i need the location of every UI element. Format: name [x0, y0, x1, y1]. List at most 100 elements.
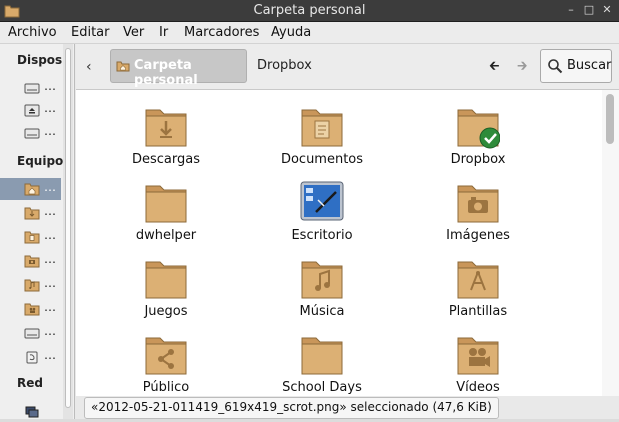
file-item-musica[interactable]: Música — [252, 248, 392, 322]
sidebar-item-trash[interactable]: … — [0, 346, 61, 368]
sidebar-item-downloads[interactable]: … — [0, 202, 61, 224]
eject-drive-icon — [24, 104, 40, 117]
sidebar-scroll-thumb[interactable] — [65, 48, 71, 408]
sidebar-item-label: … — [44, 324, 56, 338]
search-button[interactable]: Buscar — [540, 49, 612, 83]
sidebar-item-label: … — [44, 180, 56, 194]
document-icon — [301, 109, 343, 147]
file-grid: Descargas Documentos Dropbox dwhelper Es… — [76, 90, 619, 396]
file-item-label: Vídeos — [456, 380, 500, 395]
title-bar[interactable]: Carpeta personal – □ ✕ — [0, 0, 619, 22]
sidebar-item-pictures[interactable]: … — [0, 250, 61, 272]
sidebar-item-device[interactable]: … — [0, 122, 61, 144]
file-item-label: Público — [142, 380, 190, 395]
close-icon[interactable]: ✕ — [601, 2, 613, 18]
sidebar-heading-computer: Equipo — [17, 154, 64, 168]
home-folder-icon — [116, 61, 130, 72]
sidebar-item-home[interactable]: … — [0, 178, 61, 200]
breadcrumb-scroll-left-icon[interactable]: ‹ — [86, 59, 92, 75]
sidebar-item-label: … — [44, 204, 56, 218]
menu-ir[interactable]: Ir — [159, 25, 168, 40]
sidebar-item-device[interactable]: … — [0, 99, 61, 121]
drive-icon — [24, 328, 40, 339]
menu-archivo[interactable]: Archivo — [8, 25, 57, 40]
menu-bar: Archivo Editar Ver Ir Marcadores Ayuda — [0, 22, 619, 44]
camera-icon — [457, 185, 499, 223]
sidebar-item-videos[interactable]: … — [0, 298, 61, 320]
file-item-label: Música — [299, 304, 345, 319]
file-item-dropbox[interactable]: Dropbox — [408, 96, 548, 170]
search-icon — [548, 59, 563, 74]
drive-icon — [24, 128, 40, 139]
status-selection-text: «2012-05-21-011419_619x419_scrot.png» se… — [84, 397, 499, 419]
film-folder-icon — [24, 303, 40, 316]
file-item-juegos[interactable]: Juegos — [96, 248, 236, 322]
sidebar-item-documents[interactable]: … — [0, 226, 61, 248]
network-icon — [25, 406, 39, 418]
file-item-descargas[interactable]: Descargas — [96, 96, 236, 170]
maximize-icon[interactable]: □ — [583, 2, 595, 18]
file-item-escritorio[interactable]: Escritorio — [252, 172, 392, 246]
file-item-videos[interactable]: Vídeos — [408, 324, 548, 396]
content-scroll-thumb[interactable] — [606, 94, 614, 144]
file-item-documentos[interactable]: Documentos — [252, 96, 392, 170]
sidebar-item-label: … — [44, 300, 56, 314]
document-folder-icon — [24, 231, 40, 244]
file-item-label: School Days — [282, 380, 362, 395]
back-arrow-icon[interactable]: 🡰 — [489, 57, 500, 79]
file-item-plantillas[interactable]: Plantillas — [408, 248, 548, 322]
folder-icon — [145, 185, 187, 223]
file-item-label: Juegos — [144, 304, 188, 319]
menu-ver[interactable]: Ver — [123, 25, 144, 40]
folder-icon — [145, 261, 187, 299]
sidebar-heading-network: Red — [17, 376, 43, 390]
dropbox-sync-check-icon — [457, 109, 500, 149]
menu-marcadores[interactable]: Marcadores — [184, 25, 259, 40]
minimize-icon[interactable]: – — [565, 2, 577, 18]
download-folder-icon — [24, 207, 40, 220]
sidebar-item-label: … — [44, 276, 56, 290]
file-item-label: Descargas — [131, 152, 200, 167]
file-item-publico[interactable]: Público — [96, 324, 236, 396]
sidebar-item-label: … — [44, 252, 56, 266]
file-item-school-days[interactable]: School Days — [252, 324, 392, 396]
breadcrumb-home-label: Carpeta personal — [134, 58, 198, 88]
sidebar-item-label: … — [44, 228, 56, 242]
folder-icon — [301, 337, 343, 375]
share-icon — [145, 337, 187, 375]
file-item-label: Imágenes — [446, 228, 510, 243]
sidebar-item-music[interactable]: … — [0, 274, 61, 296]
status-bar: «2012-05-21-011419_619x419_scrot.png» se… — [76, 396, 619, 419]
breadcrumb-dropbox[interactable]: Dropbox — [257, 58, 312, 73]
file-item-label: Plantillas — [448, 304, 508, 319]
sidebar-item-device[interactable]: … — [0, 77, 61, 99]
download-icon — [145, 109, 187, 147]
trash-icon — [26, 351, 38, 364]
music-note-icon — [301, 261, 343, 299]
sidebar-item-label: … — [44, 124, 56, 138]
camera-folder-icon — [24, 255, 40, 268]
places-sidebar: Dispos … … … Equipo … … … … … … … … Red — [0, 44, 75, 419]
content-scrollbar[interactable] — [602, 90, 619, 396]
music-folder-icon — [24, 279, 40, 292]
templates-icon — [457, 261, 499, 299]
window-controls: – □ ✕ — [565, 2, 613, 18]
forward-arrow-icon[interactable]: 🡲 — [517, 57, 528, 79]
file-manager-window: Carpeta personal – □ ✕ Archivo Editar Ve… — [0, 0, 619, 419]
menu-ayuda[interactable]: Ayuda — [271, 25, 311, 40]
file-item-label: dwhelper — [135, 228, 197, 243]
desktop-icon — [300, 181, 344, 221]
sidebar-scrollbar[interactable] — [63, 44, 73, 419]
drive-icon — [24, 83, 40, 94]
film-camera-icon — [457, 337, 499, 375]
file-item-label: Dropbox — [450, 152, 506, 167]
file-item-dwhelper[interactable]: dwhelper — [96, 172, 236, 246]
breadcrumb-home-button[interactable]: Carpeta personal — [110, 49, 247, 88]
sidebar-item-label: … — [44, 348, 56, 362]
file-item-label: Escritorio — [291, 228, 353, 243]
sidebar-item-filesystem[interactable]: … — [0, 322, 61, 344]
search-button-label: Buscar — [567, 58, 612, 73]
file-item-imagenes[interactable]: Imágenes — [408, 172, 548, 246]
menu-editar[interactable]: Editar — [71, 25, 110, 40]
sidebar-item-label: … — [44, 79, 56, 93]
